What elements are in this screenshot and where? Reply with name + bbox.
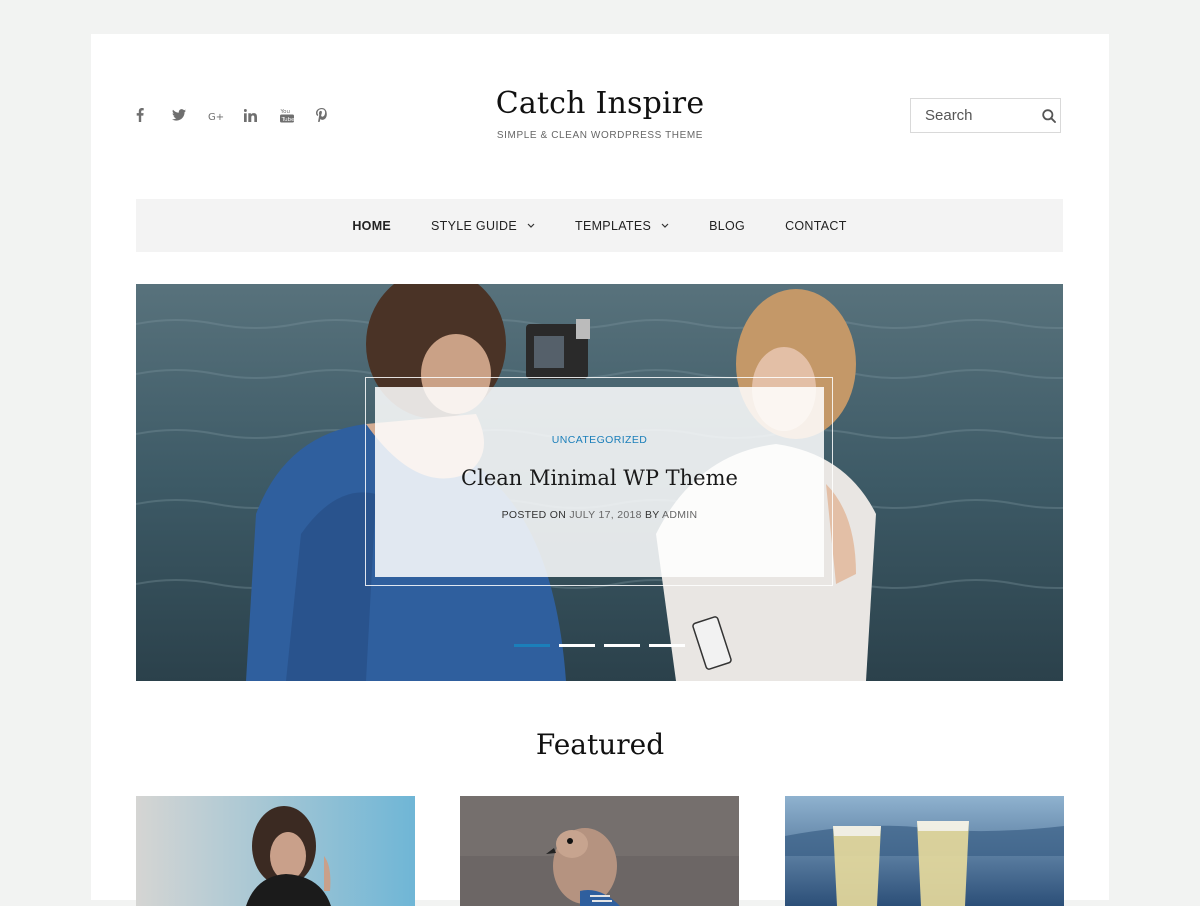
slider-dot[interactable]	[559, 644, 595, 647]
search-input[interactable]	[923, 99, 1037, 132]
nav-item-contact[interactable]: CONTACT	[765, 219, 867, 233]
nav-item-templates[interactable]: TEMPLATES	[555, 219, 689, 233]
hero-slider: UNCATEGORIZED Clean Minimal WP Theme POS…	[136, 284, 1063, 681]
hero-category-link[interactable]: UNCATEGORIZED	[375, 434, 824, 446]
nav-item-label: HOME	[352, 218, 392, 233]
featured-item-image[interactable]	[136, 796, 415, 906]
nav-item-home[interactable]: HOME	[332, 219, 411, 233]
nav-item-label: TEMPLATES	[575, 218, 652, 233]
chevron-down-icon	[527, 223, 535, 228]
nav-item-style-guide[interactable]: STYLE GUIDE	[411, 219, 555, 233]
nav-item-label: BLOG	[709, 218, 746, 233]
featured-heading: Featured	[535, 728, 665, 761]
hero-title[interactable]: Clean Minimal WP Theme	[375, 466, 824, 490]
search-icon[interactable]	[1037, 103, 1060, 129]
page-container: G+ You Tube Catch Inspire SIMPLE & CLEAN…	[91, 34, 1109, 906]
post-date-link[interactable]: JULY 17, 2018	[569, 509, 641, 521]
slider-dot[interactable]	[514, 644, 550, 647]
hero-caption: UNCATEGORIZED Clean Minimal WP Theme POS…	[375, 387, 824, 577]
chevron-down-icon	[661, 223, 669, 228]
featured-item-image[interactable]	[785, 796, 1064, 906]
slider-pagination	[514, 644, 685, 647]
by-label: BY	[644, 509, 660, 521]
nav-item-label: STYLE GUIDE	[431, 218, 518, 233]
nav-item-label: CONTACT	[785, 218, 847, 233]
post-author-link[interactable]: ADMIN	[662, 509, 697, 521]
search-box	[910, 98, 1061, 133]
slider-dot[interactable]	[604, 644, 640, 647]
slider-dot[interactable]	[649, 644, 685, 647]
nav-item-blog[interactable]: BLOG	[689, 219, 765, 233]
featured-item-image[interactable]	[460, 796, 739, 906]
hero-post-meta: POSTED ON JULY 17, 2018 BY ADMIN	[375, 509, 824, 521]
main-navigation: HOME STYLE GUIDE TEMPLATES BLOG CONTACT	[136, 199, 1063, 252]
posted-on-label: POSTED ON	[501, 509, 567, 521]
